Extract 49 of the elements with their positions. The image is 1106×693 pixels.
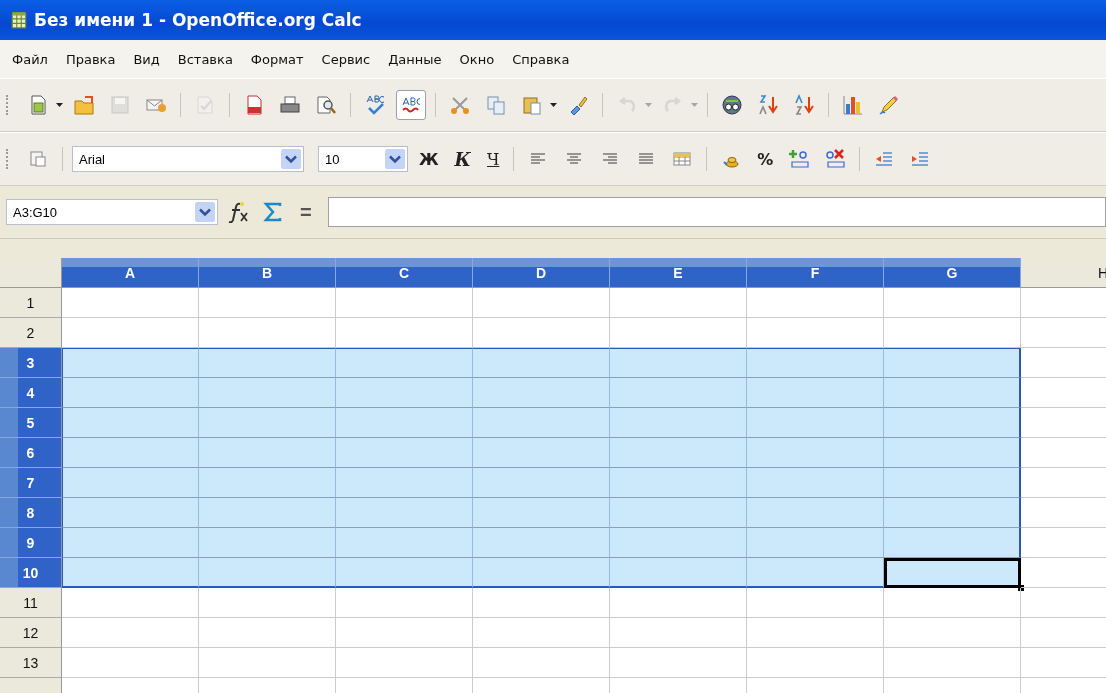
menu-item[interactable]: Вид (133, 51, 160, 67)
column-header[interactable]: E (610, 258, 747, 288)
font-name-field[interactable]: Arial (72, 146, 304, 172)
column-header[interactable]: D (473, 258, 610, 288)
row-header[interactable]: 2 (0, 318, 62, 348)
row-header[interactable]: 1 (0, 288, 62, 318)
caret-icon[interactable] (550, 103, 557, 107)
column-header[interactable]: F (747, 258, 884, 288)
row-header[interactable]: 3 (0, 348, 62, 378)
underline-button[interactable]: Ч (481, 147, 505, 171)
column-header[interactable]: G (884, 258, 1021, 288)
menu-item[interactable]: Данные (388, 51, 442, 67)
autospell-icon[interactable] (396, 90, 426, 120)
font-size-field[interactable]: 10 (318, 146, 408, 172)
spreadsheet-icon (10, 11, 28, 29)
dropdown-icon[interactable] (281, 149, 301, 169)
menu-item[interactable]: Сервис (321, 51, 371, 67)
select-all-corner[interactable] (0, 258, 62, 288)
row-header[interactable]: 8 (0, 498, 62, 528)
row-header[interactable]: 7 (0, 468, 62, 498)
column-header[interactable]: A (62, 258, 199, 288)
dropdown-icon[interactable] (385, 149, 405, 169)
row-header[interactable]: 11 (0, 588, 62, 618)
italic-button[interactable]: К (449, 146, 476, 172)
column-header[interactable]: B (199, 258, 336, 288)
name-box[interactable]: A3:G10 (6, 199, 218, 225)
equals-button[interactable]: = (294, 200, 318, 224)
menu-item[interactable]: Окно (459, 51, 495, 67)
row-header[interactable]: 5 (0, 408, 62, 438)
menu-item[interactable]: Формат (250, 51, 304, 67)
row-header[interactable]: 9 (0, 528, 62, 558)
menu-item[interactable]: Справка (512, 51, 570, 67)
caret-icon[interactable] (56, 103, 63, 107)
row-header[interactable]: 6 (0, 438, 62, 468)
formula-input[interactable] (327, 197, 1106, 227)
row-header[interactable]: 13 (0, 648, 62, 678)
sum-icon[interactable] (262, 201, 284, 223)
menu-item[interactable]: Вставка (177, 51, 233, 67)
menu-item[interactable]: Файл (12, 51, 48, 67)
dropdown-icon[interactable] (195, 202, 215, 222)
row-header[interactable]: 10 (0, 558, 62, 588)
menu-item[interactable]: Правка (65, 51, 116, 67)
bold-button[interactable]: Ж (414, 147, 444, 171)
window-title: Без имени 1 - OpenOffice.org Calc (34, 10, 362, 30)
column-header[interactable]: C (336, 258, 473, 288)
percent-button[interactable]: % (752, 147, 779, 171)
column-header[interactable]: H (1021, 258, 1106, 288)
row-header[interactable]: 4 (0, 378, 62, 408)
row-header[interactable]: 12 (0, 618, 62, 648)
